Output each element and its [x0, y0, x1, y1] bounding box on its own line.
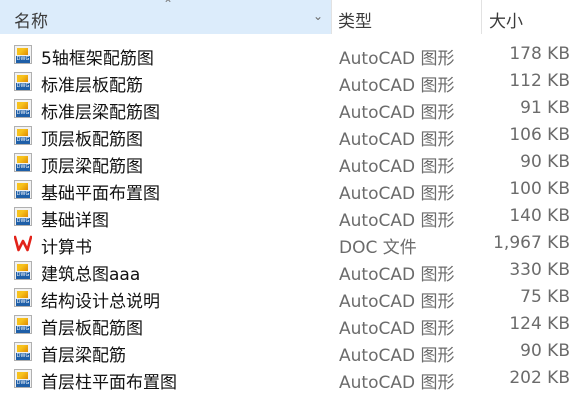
dwg-file-icon: DWG	[14, 261, 32, 280]
file-name: 计算书	[41, 238, 92, 258]
dwg-file-icon: DWG	[14, 99, 32, 118]
column-header-type[interactable]: 类型	[338, 7, 372, 32]
dwg-file-icon: DWG	[14, 288, 32, 307]
file-row[interactable]: DWG 5轴框架配筋图 AutoCAD 图形 178 KB	[0, 41, 587, 69]
file-row[interactable]: DWG 首层柱平面布置图 AutoCAD 图形 202 KB	[0, 365, 587, 393]
file-name: 顶层板配筋图	[41, 130, 143, 150]
file-name: 建筑总图aaa	[41, 265, 141, 285]
column-header-bar: 名称 ⌃ ⌄ 类型 大小	[0, 0, 587, 36]
file-size: 124 KB	[509, 314, 570, 334]
dwg-file-icon: DWG	[14, 315, 32, 334]
file-row[interactable]: DWG 标准层板配筋 AutoCAD 图形 112 KB	[0, 68, 587, 96]
dwg-file-icon: DWG	[14, 153, 32, 172]
file-type: AutoCAD 图形	[339, 76, 455, 96]
file-type: AutoCAD 图形	[339, 373, 455, 393]
column-divider[interactable]	[481, 0, 482, 34]
file-size: 330 KB	[509, 260, 570, 280]
file-type: AutoCAD 图形	[339, 265, 455, 285]
file-row[interactable]: DWG 标准层梁配筋图 AutoCAD 图形 91 KB	[0, 95, 587, 123]
file-size: 202 KB	[509, 368, 570, 388]
file-name: 标准层板配筋	[41, 76, 143, 96]
file-name: 首层梁配筋	[41, 346, 126, 366]
file-type: AutoCAD 图形	[339, 319, 455, 339]
file-row[interactable]: DWG 基础平面布置图 AutoCAD 图形 100 KB	[0, 176, 587, 204]
file-size: 1,967 KB	[493, 233, 570, 253]
chevron-down-icon[interactable]: ⌄	[313, 9, 323, 23]
file-row[interactable]: DWG 建筑总图aaa AutoCAD 图形 330 KB	[0, 257, 587, 285]
file-row[interactable]: DWG 顶层梁配筋图 AutoCAD 图形 90 KB	[0, 149, 587, 177]
file-type: AutoCAD 图形	[339, 346, 455, 366]
file-row[interactable]: DWG 结构设计总说明 AutoCAD 图形 75 KB	[0, 284, 587, 312]
column-header-size[interactable]: 大小	[489, 7, 523, 32]
file-row[interactable]: 计算书 DOC 文件 1,967 KB	[0, 230, 587, 258]
file-size: 90 KB	[520, 152, 570, 172]
file-row[interactable]: DWG 首层板配筋图 AutoCAD 图形 124 KB	[0, 311, 587, 339]
file-type: AutoCAD 图形	[339, 292, 455, 312]
dwg-file-icon: DWG	[14, 45, 32, 64]
dwg-file-icon: DWG	[14, 369, 32, 388]
file-name: 5轴框架配筋图	[41, 49, 154, 69]
file-name: 标准层梁配筋图	[41, 103, 160, 123]
dwg-file-icon: DWG	[14, 342, 32, 361]
file-type: AutoCAD 图形	[339, 103, 455, 123]
file-row[interactable]: DWG 顶层板配筋图 AutoCAD 图形 106 KB	[0, 122, 587, 150]
file-type: DOC 文件	[339, 238, 417, 258]
file-name: 结构设计总说明	[41, 292, 160, 312]
file-size: 100 KB	[509, 179, 570, 199]
column-header-name[interactable]: 名称 ⌃ ⌄	[0, 0, 331, 34]
dwg-file-icon: DWG	[14, 72, 32, 91]
dwg-file-icon: DWG	[14, 207, 32, 226]
file-name: 基础平面布置图	[41, 184, 160, 204]
file-size: 178 KB	[509, 44, 570, 64]
wps-doc-icon	[13, 234, 33, 253]
file-row[interactable]: DWG 首层梁配筋 AutoCAD 图形 90 KB	[0, 338, 587, 366]
file-size: 90 KB	[520, 341, 570, 361]
file-type: AutoCAD 图形	[339, 49, 455, 69]
file-name: 基础详图	[41, 211, 109, 231]
file-name: 首层板配筋图	[41, 319, 143, 339]
file-row[interactable]: DWG 基础详图 AutoCAD 图形 140 KB	[0, 203, 587, 231]
column-divider[interactable]	[331, 0, 332, 34]
file-size: 112 KB	[509, 71, 570, 91]
file-type: AutoCAD 图形	[339, 211, 455, 231]
file-size: 106 KB	[509, 125, 570, 145]
dwg-file-icon: DWG	[14, 180, 32, 199]
file-type: AutoCAD 图形	[339, 184, 455, 204]
column-header-name-label: 名称	[14, 12, 48, 32]
chevron-up-icon: ⌃	[163, 0, 174, 11]
file-type: AutoCAD 图形	[339, 130, 455, 150]
file-name: 顶层梁配筋图	[41, 157, 143, 177]
file-type: AutoCAD 图形	[339, 157, 455, 177]
file-name: 首层柱平面布置图	[41, 373, 177, 393]
file-size: 75 KB	[520, 287, 570, 307]
file-size: 91 KB	[520, 98, 570, 118]
file-size: 140 KB	[509, 206, 570, 226]
dwg-file-icon: DWG	[14, 126, 32, 145]
